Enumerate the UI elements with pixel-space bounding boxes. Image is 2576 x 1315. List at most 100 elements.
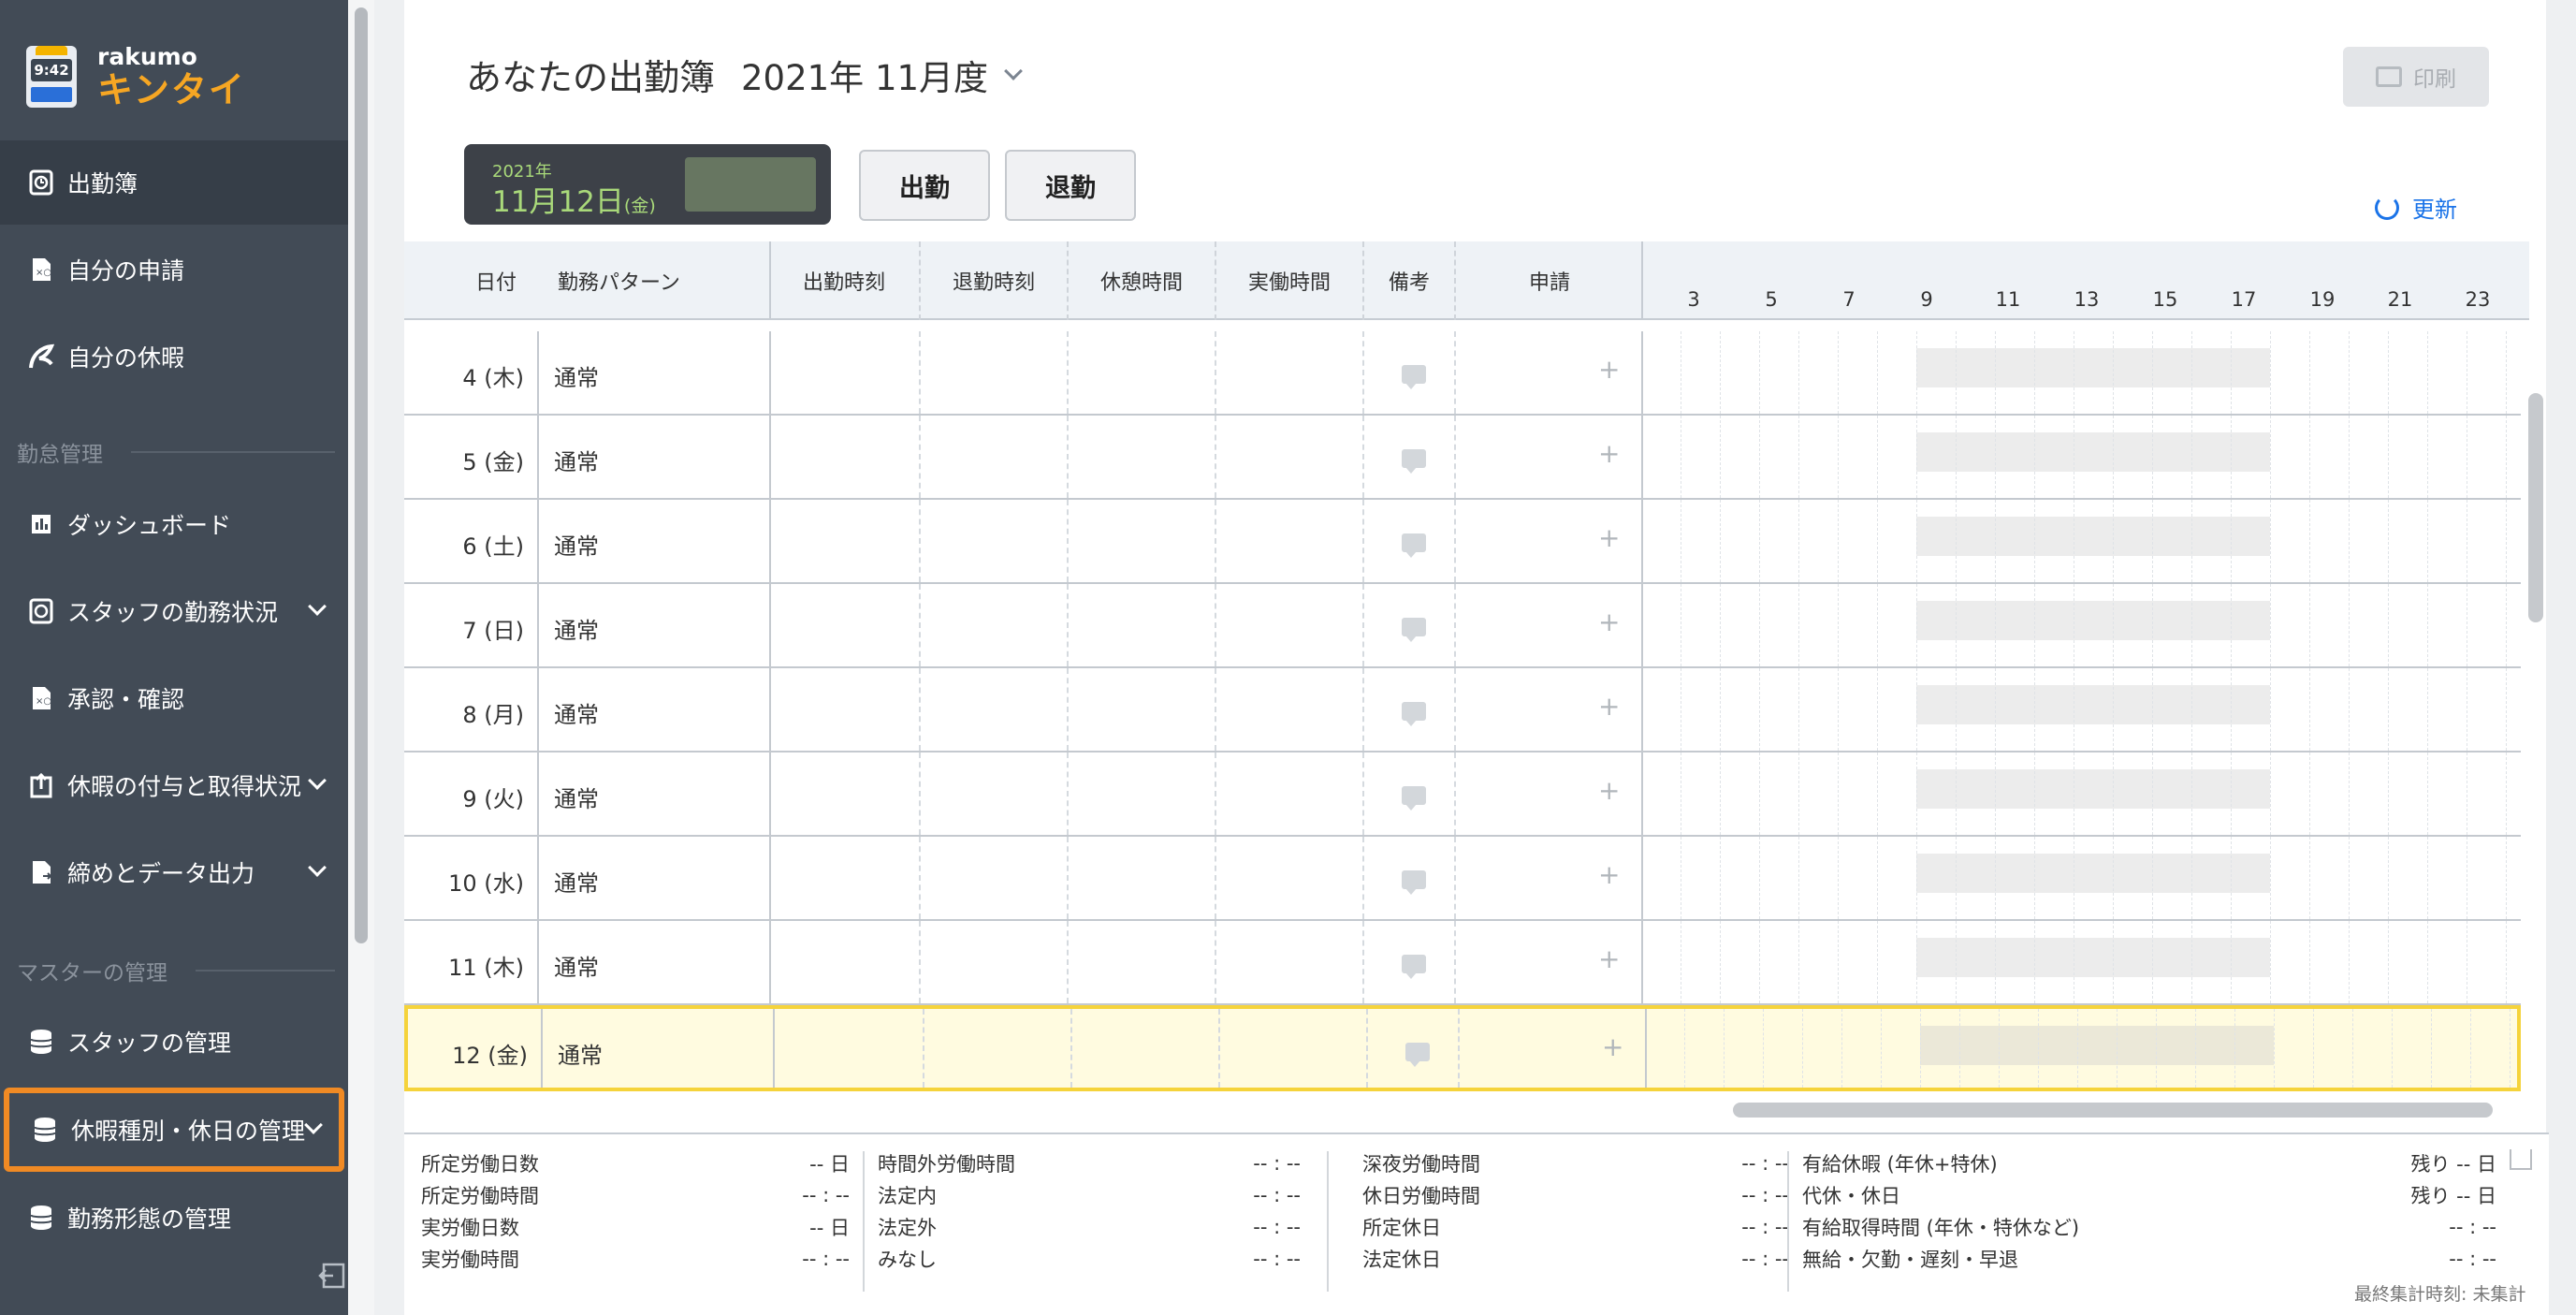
sidebar-item-staff-management[interactable]: スタッフの管理 bbox=[0, 1000, 348, 1084]
add-application-button[interactable]: + bbox=[1598, 859, 1620, 890]
timeline-gridline bbox=[1798, 668, 1799, 751]
summary-item: 有給取得時間 (年休・特休など) -- : -- bbox=[1802, 1211, 2496, 1243]
table-row-today[interactable]: 12 (金) 通常 + bbox=[404, 1005, 2521, 1091]
sidebar-item-my-applications[interactable]: ×○ 自分の申請 bbox=[0, 227, 348, 312]
monthly-summary: 所定労働日数 -- 日所定労働時間 -- : -- 実労働日数 -- 日実労働時間 -- … bbox=[404, 1132, 2549, 1315]
svg-text:×○: ×○ bbox=[36, 268, 51, 278]
row-date: 10 (水) bbox=[448, 870, 524, 897]
summary-label: 時間外労働時間 bbox=[878, 1153, 1015, 1176]
add-application-button[interactable]: + bbox=[1598, 606, 1620, 637]
row-pattern[interactable]: 通常 bbox=[554, 528, 599, 561]
timeline-gridline bbox=[2274, 1009, 2275, 1088]
timeline-gridline bbox=[2191, 416, 2192, 498]
sidebar-item-my-leave[interactable]: 自分の休暇 bbox=[0, 314, 348, 399]
sidebar-item-staff-status[interactable]: スタッフの勤務状況 bbox=[0, 569, 348, 653]
sidebar-item-label: 自分の休暇 bbox=[67, 344, 185, 372]
sidebar-item-work-pattern-management[interactable]: 勤務形態の管理 bbox=[0, 1176, 348, 1260]
row-pattern[interactable]: 通常 bbox=[554, 865, 599, 898]
timeline-gridline bbox=[2231, 921, 2232, 1003]
add-application-button[interactable]: + bbox=[1598, 522, 1620, 553]
timeline-horizontal-scrollbar[interactable] bbox=[1733, 1103, 2493, 1118]
timeline-gridline bbox=[1720, 752, 1721, 835]
row-date: 7 (日) bbox=[462, 618, 524, 644]
timeline-hour: 9 bbox=[1920, 288, 1933, 311]
row-pattern[interactable]: 通常 bbox=[554, 781, 599, 813]
comment-icon[interactable] bbox=[1402, 702, 1426, 726]
timeline-gridline bbox=[1956, 837, 1957, 919]
sidebar-item-attendance[interactable]: 出勤簿 bbox=[0, 140, 348, 225]
sidebar-item-export[interactable]: 締めとデータ出力 bbox=[0, 830, 348, 914]
comment-icon[interactable] bbox=[1402, 870, 1426, 895]
timeline-gridline bbox=[2427, 752, 2428, 835]
timeline-gridline bbox=[2270, 584, 2271, 666]
row-pattern[interactable]: 通常 bbox=[558, 1037, 603, 1070]
main-scroll-thumb[interactable] bbox=[2528, 393, 2543, 622]
collapse-sidebar-icon[interactable] bbox=[318, 1262, 346, 1290]
table-row[interactable]: 4 (木) 通常 + bbox=[404, 331, 2521, 416]
app-logo[interactable]: 9:42 rakumo キンタイ bbox=[26, 39, 246, 114]
clock-in-button[interactable]: 出勤 bbox=[859, 150, 990, 221]
sidebar-item-dashboard[interactable]: ダッシュボード bbox=[0, 482, 348, 566]
table-row[interactable]: 11 (木) 通常 + bbox=[404, 921, 2521, 1005]
table-row[interactable]: 6 (土) 通常 + bbox=[404, 500, 2521, 584]
table-row[interactable]: 9 (火) 通常 + bbox=[404, 752, 2521, 837]
timeline-gridline bbox=[2388, 921, 2389, 1003]
comment-icon[interactable] bbox=[1402, 786, 1426, 811]
timeline-gridline bbox=[2309, 921, 2310, 1003]
timeline-gridline bbox=[1838, 331, 1839, 414]
row-pattern[interactable]: 通常 bbox=[554, 949, 599, 982]
table-row[interactable]: 8 (月) 通常 + bbox=[404, 668, 2521, 752]
timeline-gridline bbox=[2152, 837, 2153, 919]
timeline-gridline bbox=[2349, 584, 2350, 666]
chevron-down-icon[interactable] bbox=[308, 858, 327, 877]
download-icon[interactable] bbox=[2510, 1149, 2532, 1170]
row-pattern[interactable]: 通常 bbox=[554, 359, 599, 392]
main-scrollbar[interactable] bbox=[2529, 0, 2546, 1315]
comment-icon[interactable] bbox=[1402, 618, 1426, 642]
add-application-button[interactable]: + bbox=[1598, 438, 1620, 469]
add-application-button[interactable]: + bbox=[1602, 1031, 1623, 1062]
timeline-gridline bbox=[1916, 584, 1917, 666]
timeline-gridline bbox=[2470, 1009, 2471, 1088]
summary-label: 無給・欠勤・遅刻・早退 bbox=[1802, 1249, 2018, 1271]
timeline-gridline bbox=[1798, 752, 1799, 835]
summary-item: 法定外 -- : -- bbox=[878, 1211, 1301, 1243]
add-application-button[interactable]: + bbox=[1598, 691, 1620, 722]
chevron-down-icon[interactable] bbox=[1004, 61, 1023, 80]
table-row[interactable]: 10 (水) 通常 + bbox=[404, 837, 2521, 921]
comment-icon[interactable] bbox=[1405, 1043, 1430, 1067]
sidebar-item-leave-type-management[interactable]: 休暇種別・休日の管理 bbox=[4, 1088, 344, 1172]
summary-value: -- : -- bbox=[1253, 1152, 1301, 1175]
refresh-button[interactable]: 更新 bbox=[2375, 191, 2457, 224]
chevron-down-icon[interactable] bbox=[304, 1116, 323, 1134]
table-row[interactable]: 5 (金) 通常 + bbox=[404, 416, 2521, 500]
row-pattern[interactable]: 通常 bbox=[554, 444, 599, 476]
timeline-gridline bbox=[2234, 1009, 2235, 1088]
print-button[interactable]: 印刷 bbox=[2343, 47, 2489, 107]
timeline-gridline bbox=[1724, 1009, 1725, 1088]
add-application-button[interactable]: + bbox=[1598, 775, 1620, 806]
month-selector[interactable]: 2021年 11月度 bbox=[741, 50, 988, 100]
comment-icon[interactable] bbox=[1402, 365, 1426, 389]
timeline-gridline bbox=[2309, 416, 2310, 498]
summary-item: 法定休日 -- : -- bbox=[1362, 1243, 1789, 1275]
timeline-gridline bbox=[2392, 1009, 2393, 1088]
sidebar-item-approval[interactable]: ×○ 承認・確認 bbox=[0, 656, 348, 740]
sidebar-item-leave-grant[interactable]: 休暇の付与と取得状況 bbox=[0, 743, 348, 827]
clock-out-button[interactable]: 退勤 bbox=[1005, 150, 1136, 221]
row-pattern[interactable]: 通常 bbox=[554, 612, 599, 645]
summary-item: 実労働日数 -- 日 bbox=[421, 1211, 850, 1243]
sidebar-scrollbar[interactable] bbox=[348, 0, 374, 1315]
row-pattern[interactable]: 通常 bbox=[554, 696, 599, 729]
table-row[interactable]: 7 (日) 通常 + bbox=[404, 584, 2521, 668]
add-application-button[interactable]: + bbox=[1598, 943, 1620, 974]
chevron-down-icon[interactable] bbox=[308, 597, 327, 616]
timeline-gridline bbox=[2506, 331, 2507, 414]
add-application-button[interactable]: + bbox=[1598, 354, 1620, 385]
comment-icon[interactable] bbox=[1402, 449, 1426, 474]
comment-icon[interactable] bbox=[1402, 955, 1426, 979]
sidebar-scroll-thumb[interactable] bbox=[355, 7, 368, 943]
attendance-table-body: 4 (木) 通常 + 5 (金) 通常 + 6 (土) 通常 + 7 (日) 通… bbox=[404, 320, 2521, 1093]
comment-icon[interactable] bbox=[1402, 533, 1426, 558]
chevron-down-icon[interactable] bbox=[308, 771, 327, 790]
